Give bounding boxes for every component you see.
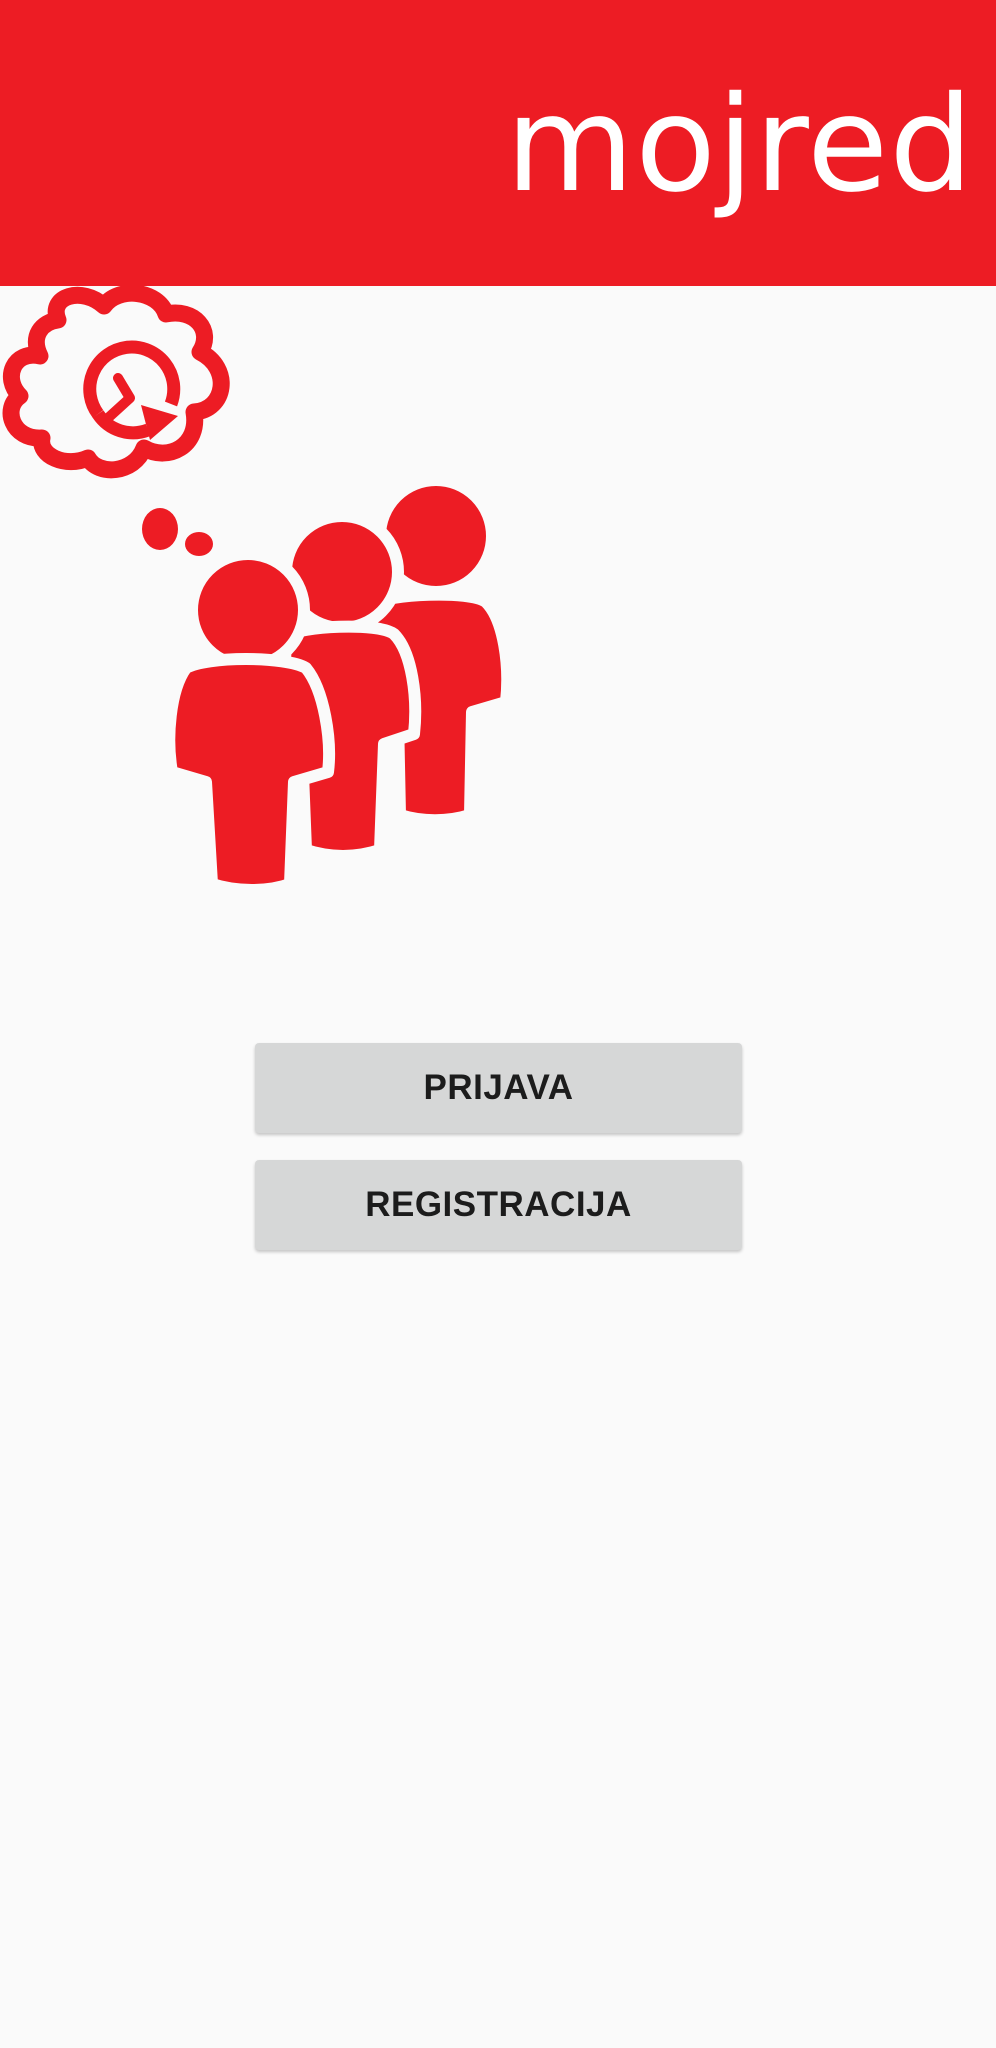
login-button[interactable]: PRIJAVA [255,1043,742,1133]
brand-title: mojred [505,68,974,222]
queue-illustration [0,286,540,906]
app-screen: mojred PRIJAVA REGISTRACIJA [0,0,996,2048]
clock-refresh-icon [83,340,181,440]
register-button[interactable]: REGISTRACIJA [255,1160,742,1250]
app-header: mojred [0,0,996,286]
